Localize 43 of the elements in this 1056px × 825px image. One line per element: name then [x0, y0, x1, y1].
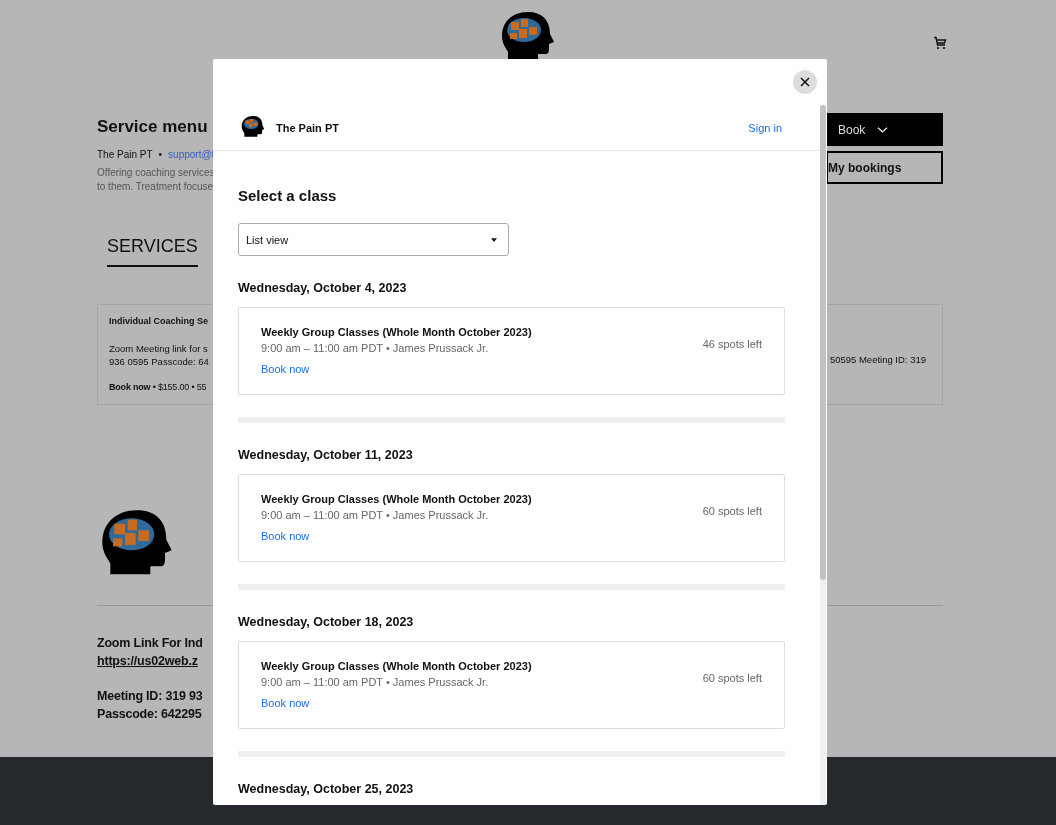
- modal-heading: Select a class: [238, 187, 338, 204]
- service-details: 936 0595 Passcode: 64: [109, 355, 209, 368]
- book-now-link[interactable]: Book now: [261, 530, 310, 542]
- close-button[interactable]: [793, 70, 817, 94]
- view-select[interactable]: List view: [238, 223, 509, 256]
- service-details: 50595 Meeting ID: 319: [829, 354, 926, 367]
- business-name: The Pain PT: [276, 121, 340, 134]
- meeting-id: Meeting ID: 319 93: [97, 688, 203, 705]
- class-time: 9:00 am – 11:00 am PDT • James Prussack Jr.: [261, 342, 490, 354]
- description-text: Offering coaching services: [97, 166, 215, 180]
- close-icon: [800, 77, 810, 87]
- services-tab[interactable]: SERVICES: [107, 236, 198, 267]
- service-details: Zoom Meeting link for s: [109, 342, 209, 355]
- book-now-link[interactable]: Book now: [261, 363, 310, 375]
- chevron-down-icon: [877, 125, 889, 134]
- separator-dot: •: [158, 149, 163, 160]
- spots-left: 60 spots left: [702, 505, 762, 519]
- class-title: Weekly Group Classes (Whole Month October 2023): [261, 326, 532, 338]
- page-title: Service menu: [97, 117, 209, 137]
- class-title: Weekly Group Classes (Whole Month October 2023): [261, 660, 532, 672]
- zoom-label: Zoom Link For Ind: [97, 635, 203, 652]
- sign-in-link[interactable]: Sign in: [748, 121, 782, 134]
- day-heading: Wednesday, October 18, 2023: [238, 615, 415, 629]
- day-heading: Wednesday, October 4, 2023: [238, 281, 408, 295]
- head-logo: [240, 113, 266, 138]
- dropdown-caret-icon: [491, 237, 497, 242]
- book-now-link[interactable]: Book now: [261, 697, 310, 709]
- spots-left: 46 spots left: [702, 338, 762, 352]
- class-title: Weekly Group Classes (Whole Month October 2023): [261, 493, 532, 505]
- day-heading: Wednesday, October 25, 2023: [238, 782, 415, 796]
- zoom-link[interactable]: https://us02web.z: [97, 654, 198, 668]
- my-bookings-button[interactable]: My bookings: [826, 151, 943, 184]
- description-text: to them. Treatment focuse: [97, 180, 215, 194]
- service-title: Individual Coaching Se: [109, 316, 209, 326]
- class-time: 9:00 am – 11:00 am PDT • James Prussack Jr.: [261, 676, 490, 688]
- cart-icon[interactable]: [933, 36, 947, 50]
- business-name: The Pain PT: [97, 149, 153, 160]
- class-time: 9:00 am – 11:00 am PDT • James Prussack Jr.: [261, 509, 490, 521]
- service-meta: Book now • $155.00 • 55: [109, 382, 208, 392]
- passcode: Passcode: 642295: [97, 706, 202, 723]
- book-dropdown-button[interactable]: Book: [826, 113, 943, 146]
- day-heading: Wednesday, October 11, 2023: [238, 448, 414, 462]
- spots-left: 60 spots left: [702, 672, 762, 686]
